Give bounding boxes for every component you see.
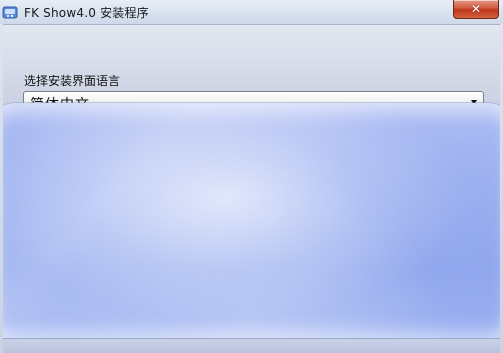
panel-shine — [3, 103, 500, 341]
bottom-strip — [3, 338, 500, 353]
app-logo-icon — [2, 6, 18, 19]
language-label: 选择安装界面语言 — [24, 74, 121, 88]
close-icon: ✕ — [470, 2, 482, 16]
close-button[interactable]: ✕ — [453, 0, 499, 19]
content-panel — [3, 103, 500, 341]
client-area: 选择安装界面语言 简体中文 — [3, 24, 500, 353]
title-bar[interactable]: FK Show4.0 安装程序 ✕ — [0, 0, 503, 24]
window-title: FK Show4.0 安装程序 — [24, 6, 149, 20]
installer-window: FK Show4.0 安装程序 ✕ 选择安装界面语言 简体中文 — [0, 0, 503, 353]
